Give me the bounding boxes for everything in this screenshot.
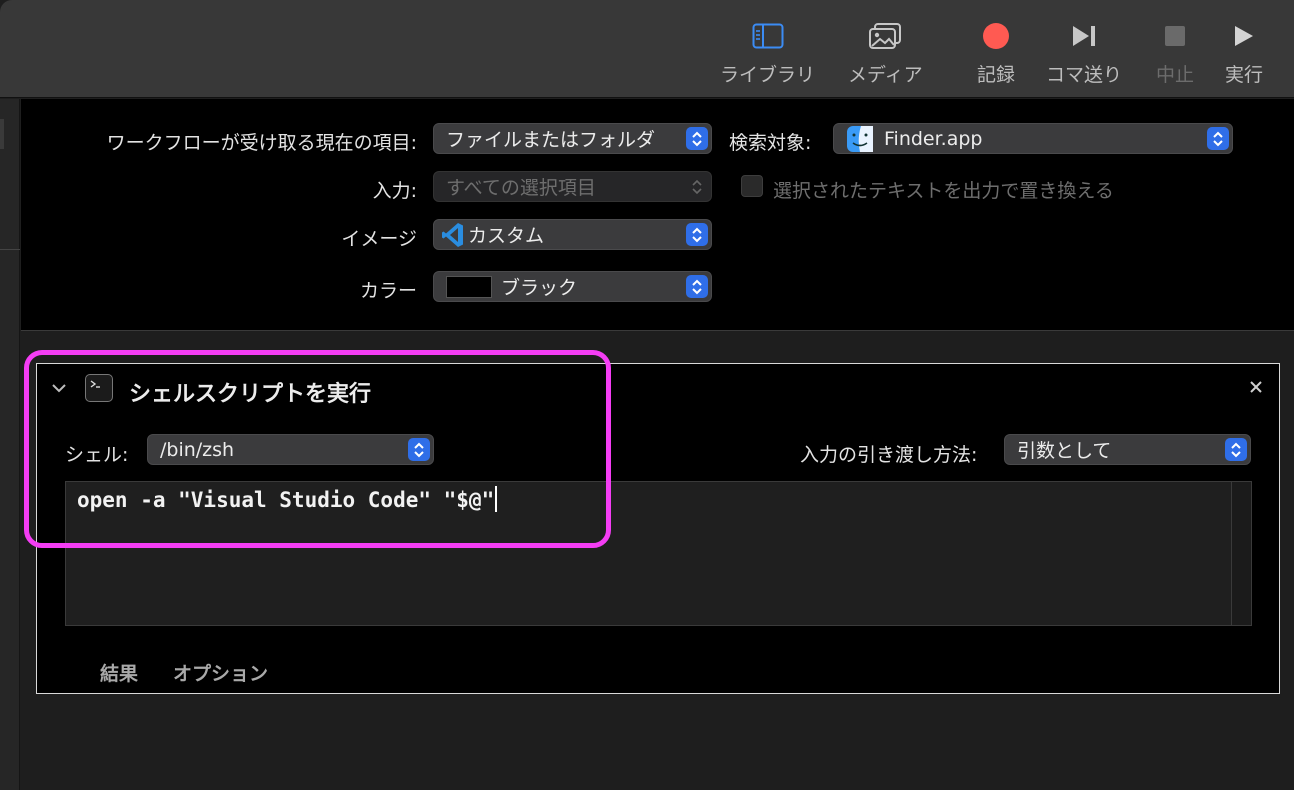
vscode-icon bbox=[442, 222, 464, 248]
text-caret bbox=[495, 486, 498, 512]
record-label: 記録 bbox=[977, 64, 1016, 86]
search-popup[interactable]: Finder.app bbox=[833, 123, 1233, 154]
receives-label: ワークフローが受け取る現在の項目: bbox=[106, 132, 417, 154]
step-label: コマ送り bbox=[1046, 64, 1123, 86]
replace-text-checkbox[interactable] bbox=[741, 175, 763, 197]
pass-input-popup[interactable]: 引数として bbox=[1004, 434, 1251, 465]
script-text: open -a "Visual Studio Code" "$@" bbox=[77, 488, 495, 512]
library-label: ライブラリ bbox=[720, 64, 816, 86]
toolbar: ライブラリ メディア 記録 コマ送り 中止 実行 bbox=[0, 0, 1294, 98]
close-icon[interactable] bbox=[1249, 379, 1263, 398]
pass-input-label: 入力の引き渡し方法: bbox=[800, 444, 978, 466]
receives-value: ファイルまたはフォルダ bbox=[446, 129, 656, 151]
library-button[interactable]: ライブラリ bbox=[720, 16, 815, 87]
image-popup[interactable]: カスタム bbox=[433, 219, 712, 250]
chevron-updown-icon bbox=[686, 127, 708, 150]
run-button[interactable]: 実行 bbox=[1225, 16, 1263, 87]
media-label: メディア bbox=[848, 64, 923, 86]
color-label: カラー bbox=[359, 280, 417, 302]
input-popup[interactable]: すべての選択項目 bbox=[433, 171, 712, 202]
image-value: カスタム bbox=[468, 225, 545, 247]
search-label: 検索対象: bbox=[729, 132, 812, 154]
tab-results[interactable]: 結果 bbox=[100, 659, 138, 686]
chevron-updown-icon bbox=[686, 175, 708, 198]
media-icon bbox=[868, 16, 902, 56]
search-value: Finder.app bbox=[884, 127, 983, 150]
stop-icon bbox=[1164, 16, 1186, 56]
shell-label: シェル: bbox=[65, 444, 129, 466]
color-popup[interactable]: ブラック bbox=[433, 271, 712, 302]
terminal-icon bbox=[85, 374, 113, 402]
chevron-updown-icon bbox=[408, 438, 430, 461]
record-button[interactable]: 記録 bbox=[977, 16, 1015, 87]
play-icon bbox=[1233, 16, 1255, 56]
run-label: 実行 bbox=[1225, 64, 1264, 86]
shell-popup[interactable]: /bin/zsh bbox=[147, 434, 434, 465]
stop-label: 中止 bbox=[1156, 64, 1195, 86]
workflow-settings: ワークフローが受け取る現在の項目: ファイルまたはフォルダ 検索対象: Find… bbox=[21, 99, 1294, 331]
media-button[interactable]: メディア bbox=[848, 16, 923, 87]
sidebar-notch bbox=[0, 119, 4, 149]
library-icon bbox=[752, 16, 784, 56]
stop-button[interactable]: 中止 bbox=[1156, 16, 1194, 87]
chevron-updown-icon bbox=[686, 223, 708, 246]
action-title: シェルスクリプトを実行 bbox=[129, 382, 372, 407]
record-icon bbox=[982, 16, 1010, 56]
input-label: 入力: bbox=[372, 180, 417, 202]
shell-value: /bin/zsh bbox=[160, 438, 235, 461]
chevron-updown-icon bbox=[1225, 438, 1247, 461]
step-forward-icon bbox=[1070, 16, 1098, 56]
library-sidebar-edge bbox=[0, 99, 20, 790]
step-button[interactable]: コマ送り bbox=[1046, 16, 1122, 87]
image-label: イメージ bbox=[341, 228, 417, 250]
collapse-chevron-icon[interactable] bbox=[51, 379, 67, 398]
pass-input-value: 引数として bbox=[1017, 440, 1112, 462]
run-shell-script-action: シェルスクリプトを実行 シェル: /bin/zsh 入力の引き渡し方法: 引数と… bbox=[36, 363, 1280, 694]
chevron-updown-icon bbox=[686, 275, 708, 298]
editor-scrollbar[interactable] bbox=[1231, 482, 1251, 625]
color-swatch bbox=[446, 275, 492, 298]
replace-text-label: 選択されたテキストを出力で置き換える bbox=[773, 180, 1114, 202]
finder-icon bbox=[846, 125, 874, 153]
color-value: ブラック bbox=[501, 277, 578, 299]
script-editor[interactable]: open -a "Visual Studio Code" "$@" bbox=[65, 481, 1252, 626]
tab-options[interactable]: オプション bbox=[173, 659, 268, 686]
sidebar-divider bbox=[0, 249, 20, 250]
input-value: すべての選択項目 bbox=[446, 177, 596, 199]
chevron-updown-icon bbox=[1207, 127, 1229, 150]
receives-popup[interactable]: ファイルまたはフォルダ bbox=[433, 123, 712, 154]
